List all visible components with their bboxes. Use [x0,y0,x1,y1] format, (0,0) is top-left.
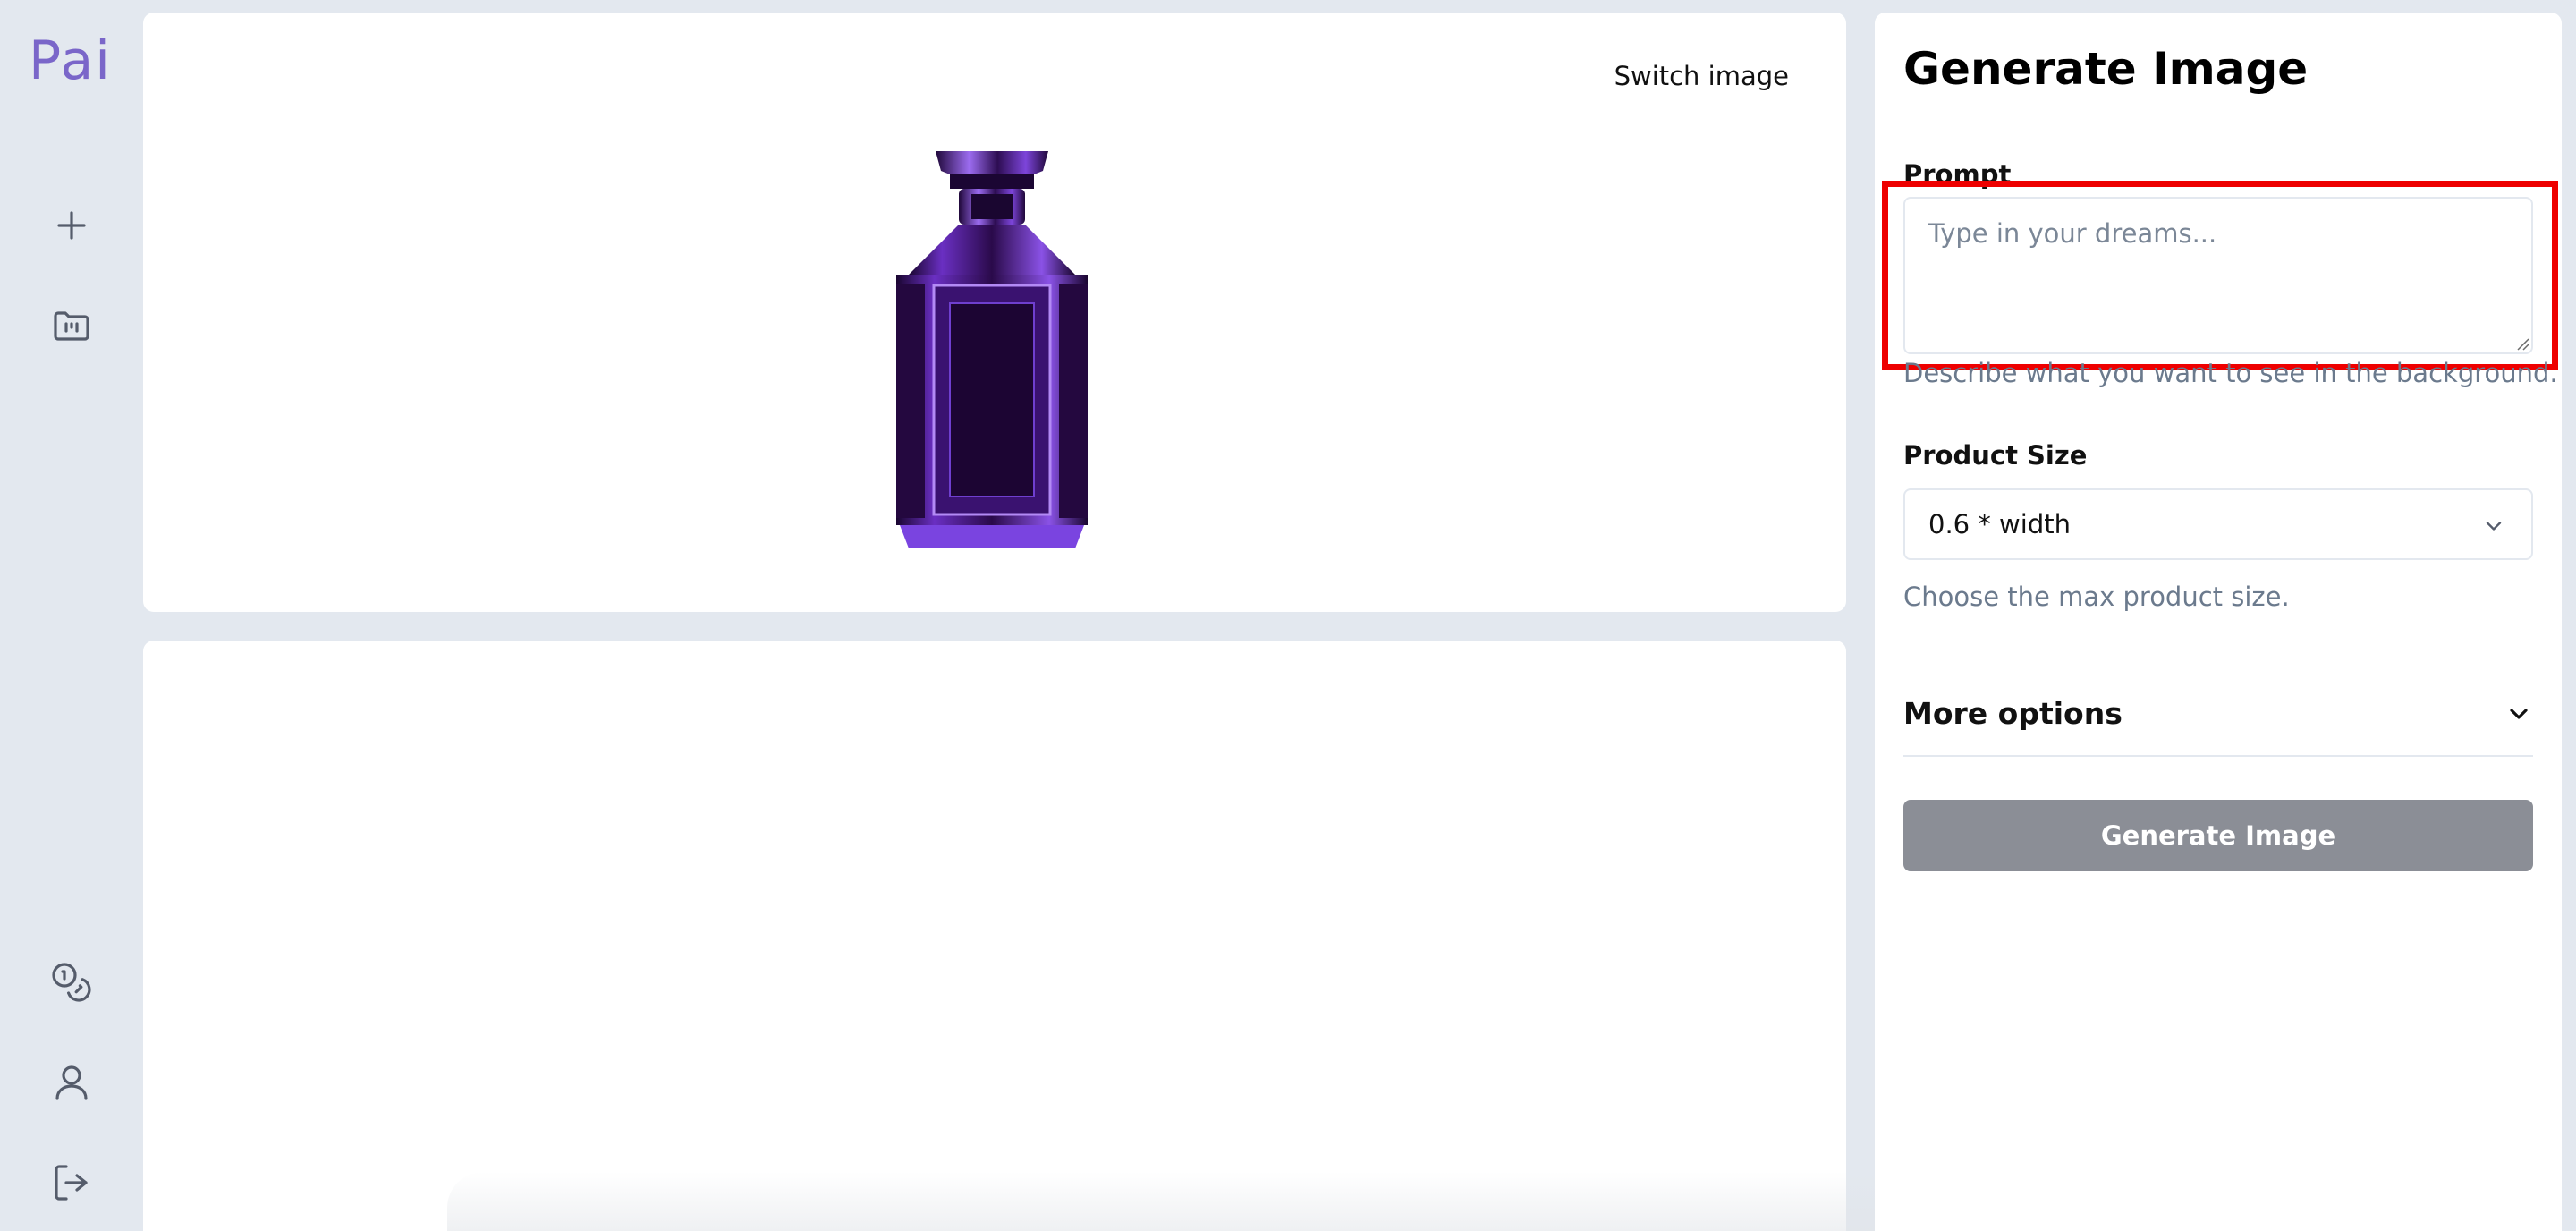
credits-button[interactable] [43,954,100,1011]
chevron-down-icon [2510,709,2528,719]
switch-image-button[interactable]: Switch image [1614,61,1789,91]
folder-chart-icon [54,311,89,341]
projects-folder-button[interactable] [43,297,100,354]
result-card [143,641,1846,1231]
user-icon [55,1065,88,1100]
sidebar: Pai [0,0,143,1231]
product-size-value: 0.6 * width [1928,509,2071,539]
generate-panel: Generate Image Prompt Describe what you … [1875,13,2562,1231]
chevron-down-icon [2486,522,2502,531]
prompt-helper-text: Describe what you want to see in the bac… [1903,358,2558,388]
logout-button[interactable] [43,1154,100,1211]
product-size-label: Product Size [1903,440,2088,471]
image-preview-card: Switch image [143,13,1846,612]
more-options-toggle[interactable]: More options [1903,682,2533,757]
panel-title: Generate Image [1903,43,2309,95]
logout-icon [55,1165,88,1201]
account-button[interactable] [43,1054,100,1111]
product-size-select[interactable]: 0.6 * width [1903,488,2533,560]
app-logo[interactable]: Pai [29,34,113,88]
more-options-label: More options [1903,696,2123,731]
new-project-button[interactable] [43,197,100,254]
prompt-input[interactable] [1903,197,2533,354]
coins-icon [52,963,91,1002]
generate-image-button[interactable]: Generate Image [1903,800,2533,871]
plus-icon [57,211,86,240]
product-image[interactable] [891,151,1093,548]
product-size-helper-text: Choose the max product size. [1903,582,2290,612]
resize-handle-icon[interactable] [2515,336,2529,351]
